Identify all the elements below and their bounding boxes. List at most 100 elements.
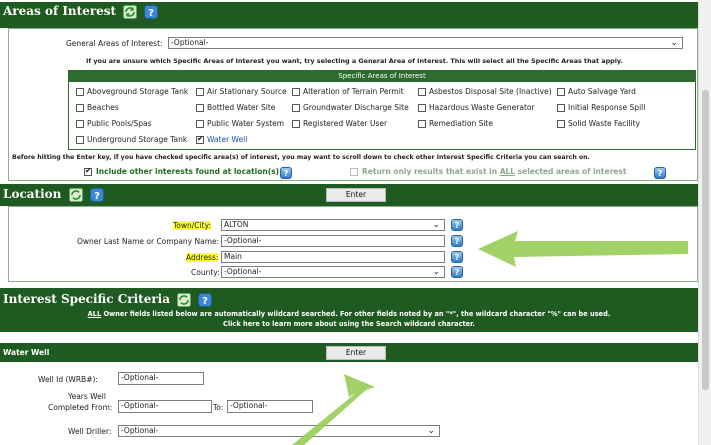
general-areas-select[interactable]: -Optional- ⌄	[168, 37, 683, 49]
years-label-2: Completed From:	[48, 403, 113, 412]
criteria-wildcard-link[interactable]: Click here to learn more about using the…	[0, 320, 698, 328]
area-checkbox[interactable]	[557, 104, 565, 112]
area-checkbox[interactable]	[76, 120, 84, 128]
county-chevron-down-icon: ⌄	[432, 267, 440, 277]
specific-areas-title: Specific Areas of Interest	[338, 72, 426, 80]
county-value: -Optional-	[224, 267, 262, 276]
criteria-help-icon[interactable]: ?	[198, 292, 213, 307]
criteria-header: Interest Specific Criteria ? ALL Owner f…	[0, 288, 698, 332]
location-refresh-icon[interactable]	[68, 187, 83, 202]
area-checkbox[interactable]	[196, 120, 204, 128]
svg-text:?: ?	[149, 8, 155, 19]
town-label: Town/City:	[173, 221, 211, 230]
area-checkbox-label: Asbestos Disposal Site (Inactive)	[429, 87, 552, 96]
waterwell-header: Water Well Enter	[0, 343, 698, 362]
location-enter-button[interactable]: Enter	[326, 188, 386, 202]
criteria-title-wrap: Interest Specific Criteria ?	[3, 292, 213, 307]
svg-text:?: ?	[94, 191, 100, 202]
area-checkbox[interactable]	[76, 104, 84, 112]
area-checkbox[interactable]	[418, 104, 426, 112]
wellid-label: Well Id (WRB#):	[38, 375, 98, 384]
general-areas-value: -Optional-	[171, 38, 209, 47]
waterwell-title: Water Well	[3, 348, 50, 357]
address-label: Address:	[186, 253, 219, 262]
area-checkbox[interactable]	[418, 120, 426, 128]
area-checkbox-label: Hazardous Waste Generator	[429, 103, 535, 112]
area-checkbox-label: Public Water System	[207, 119, 285, 128]
return-only-text-2: selected areas of interest	[515, 167, 627, 176]
location-help-icon[interactable]: ?	[89, 187, 104, 202]
area-checkbox-label: Aboveground Storage Tank	[87, 87, 189, 96]
page-scrollbar[interactable]	[698, 0, 711, 445]
town-chevron-down-icon: ⌄	[432, 220, 440, 230]
years-to-label: To:	[213, 403, 224, 412]
areas-hint: If you are unsure which Specific Areas o…	[86, 57, 623, 65]
town-help-icon[interactable]: ?	[451, 219, 463, 231]
county-select[interactable]: -Optional- ⌄	[221, 266, 445, 278]
area-checkbox[interactable]	[196, 104, 204, 112]
county-label: County:	[191, 268, 220, 277]
waterwell-enter-button[interactable]: Enter	[326, 346, 386, 360]
location-header: Location ? Enter	[0, 184, 698, 206]
criteria-refresh-icon[interactable]	[177, 292, 192, 307]
area-checkbox[interactable]	[557, 120, 565, 128]
area-checkbox-label: Beaches	[87, 103, 119, 112]
area-checkbox-label: Solid Waste Facility	[568, 119, 641, 128]
county-help-icon[interactable]: ?	[451, 266, 463, 278]
area-checkbox[interactable]	[76, 88, 84, 96]
address-help-icon[interactable]: ?	[451, 251, 463, 263]
areas-title-wrap: Areas of Interest ?	[3, 4, 159, 19]
driller-value: -Optional-	[121, 426, 159, 435]
include-interests-label: Include other interests found at locatio…	[96, 167, 280, 176]
area-checkbox-label: Registered Water User	[303, 119, 388, 128]
refresh-icon[interactable]	[123, 4, 138, 19]
area-checkbox-label: Auto Salvage Yard	[568, 87, 636, 96]
return-only-checkbox[interactable]	[350, 168, 358, 176]
area-checkbox[interactable]	[418, 88, 426, 96]
scrollbar-thumb[interactable]	[702, 90, 709, 390]
return-help-icon[interactable]: ?	[654, 167, 666, 179]
area-checkbox[interactable]	[292, 88, 300, 96]
area-checkbox-label: Water Well	[207, 135, 248, 144]
areas-header: Areas of Interest ?	[0, 2, 698, 28]
return-only-text-1: Return only results that exist in	[362, 167, 500, 176]
return-only-all: ALL	[499, 167, 516, 176]
wellid-input[interactable]: -Optional-	[118, 372, 204, 385]
area-checkbox[interactable]	[76, 136, 84, 144]
area-checkbox-label: Groundwater Discharge Site	[303, 103, 409, 112]
owner-help-icon[interactable]: ?	[451, 235, 463, 247]
town-value: ALTON	[224, 220, 249, 229]
area-checkbox-label: Public Pools/Spas	[87, 119, 152, 128]
area-checkbox-label: Alteration of Terrain Permit	[303, 87, 404, 96]
location-title: Location	[3, 187, 62, 201]
chevron-down-icon: ⌄	[670, 38, 678, 48]
driller-select[interactable]: -Optional- ⌄	[118, 425, 440, 437]
help-icon[interactable]: ?	[144, 4, 159, 19]
address-input[interactable]: Main	[221, 251, 445, 263]
years-from-input[interactable]: -Optional-	[118, 400, 212, 413]
owner-label: Owner Last Name or Company Name:	[77, 237, 220, 246]
area-checkbox[interactable]	[292, 104, 300, 112]
area-checkbox[interactable]	[196, 134, 204, 144]
area-checkbox-label: Air Stationary Source	[207, 87, 287, 96]
return-only-label: Return only results that exist in ALL se…	[362, 167, 626, 176]
area-checkbox[interactable]	[292, 120, 300, 128]
owner-input[interactable]: -Optional-	[221, 235, 445, 247]
area-checkbox[interactable]	[196, 88, 204, 96]
criteria-title: Interest Specific Criteria	[3, 292, 170, 306]
include-help-icon[interactable]: ?	[280, 167, 292, 179]
criteria-all: ALL	[87, 310, 102, 318]
criteria-line1: ALL Owner fields listed below are automa…	[0, 310, 698, 318]
location-title-wrap: Location ?	[3, 187, 104, 202]
areas-note: Before hitting the Enter key, if you hav…	[12, 154, 590, 161]
criteria-line1-text: Owner fields listed below are automatica…	[101, 310, 611, 318]
town-select[interactable]: ALTON ⌄	[221, 219, 445, 231]
areas-title: Areas of Interest	[3, 4, 117, 18]
area-checkbox[interactable]	[557, 88, 565, 96]
years-label-1: Years Well	[68, 392, 106, 401]
driller-label: Well Driller:	[68, 427, 112, 436]
include-interests-checkbox[interactable]	[84, 166, 92, 176]
general-areas-label: General Areas of Interest:	[66, 39, 163, 48]
years-to-input[interactable]: -Optional-	[227, 400, 313, 413]
driller-chevron-down-icon: ⌄	[427, 426, 435, 436]
